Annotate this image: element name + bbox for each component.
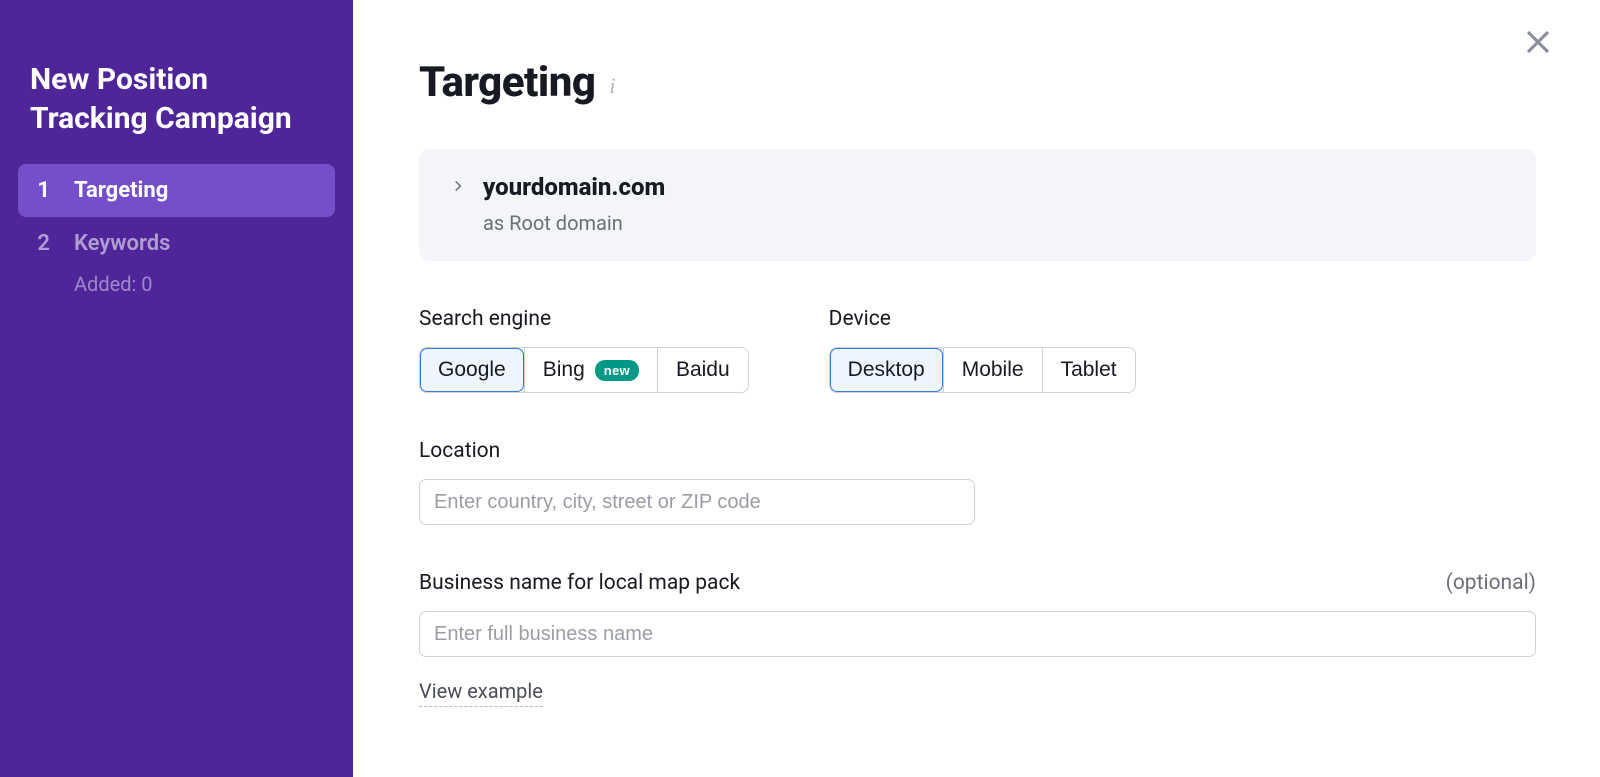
location-input[interactable]: [419, 479, 975, 525]
device-tablet[interactable]: Tablet: [1042, 348, 1135, 392]
search-engine-baidu[interactable]: Baidu: [657, 348, 748, 392]
search-engine-bing[interactable]: Bing new: [524, 348, 657, 392]
search-engine-segmented: Google Bing new Baidu: [419, 347, 749, 393]
device-segmented: Desktop Mobile Tablet: [829, 347, 1136, 393]
domain-type: as Root domain: [483, 211, 1508, 235]
wizard-main: Targeting i yourdomain.com as Root domai…: [353, 0, 1600, 777]
new-badge: new: [595, 360, 639, 381]
option-label: Mobile: [962, 358, 1024, 382]
search-engine-label: Search engine: [419, 307, 749, 331]
device-label: Device: [829, 307, 1136, 331]
step-number: 2: [36, 231, 50, 256]
wizard-title: New Position Tracking Campaign: [18, 60, 335, 164]
option-label: Google: [438, 358, 506, 382]
option-label: Desktop: [848, 358, 925, 382]
location-label: Location: [419, 439, 1536, 463]
view-example-link[interactable]: View example: [419, 679, 543, 707]
wizard-sidebar: New Position Tracking Campaign 1 Targeti…: [0, 0, 353, 777]
device-field: Device Desktop Mobile Tablet: [829, 307, 1136, 393]
close-button[interactable]: [1514, 18, 1562, 66]
device-mobile[interactable]: Mobile: [943, 348, 1042, 392]
business-name-input[interactable]: [419, 611, 1536, 657]
page-title: Targeting: [419, 58, 595, 107]
step-targeting[interactable]: 1 Targeting: [18, 164, 335, 217]
step-number: 1: [36, 178, 50, 203]
domain-card[interactable]: yourdomain.com as Root domain: [419, 149, 1536, 261]
domain-row: yourdomain.com: [451, 173, 1508, 201]
optional-label: (optional): [1446, 571, 1536, 595]
step-label: Keywords: [74, 231, 170, 256]
business-name-label: Business name for local map pack: [419, 571, 740, 595]
chevron-right-icon: [451, 178, 465, 197]
location-field: Location: [419, 439, 1536, 525]
close-icon: [1523, 27, 1553, 57]
search-engine-google[interactable]: Google: [420, 348, 524, 392]
device-desktop[interactable]: Desktop: [830, 348, 943, 392]
option-label: Tablet: [1061, 358, 1117, 382]
step-keywords[interactable]: 2 Keywords: [18, 217, 335, 270]
domain-name: yourdomain.com: [483, 173, 665, 201]
option-label: Bing: [543, 358, 585, 382]
business-name-field: Business name for local map pack (option…: [419, 571, 1536, 707]
step-label: Targeting: [74, 178, 168, 203]
info-icon[interactable]: i: [609, 69, 615, 97]
wizard-steps: 1 Targeting 2 Keywords Added: 0: [18, 164, 335, 296]
search-engine-field: Search engine Google Bing new Baidu: [419, 307, 749, 393]
page-title-row: Targeting i: [419, 58, 1536, 107]
option-label: Baidu: [676, 358, 730, 382]
step-keywords-sub: Added: 0: [18, 272, 335, 296]
